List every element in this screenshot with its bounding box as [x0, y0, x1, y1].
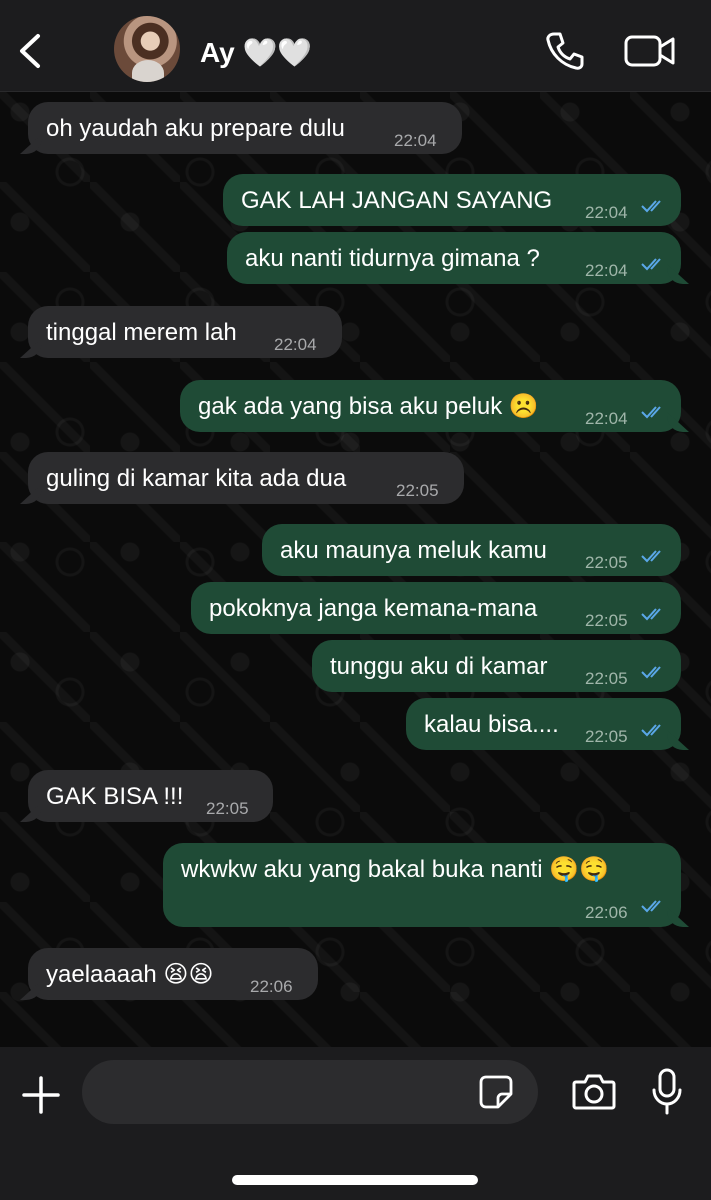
message-time: 22:06: [250, 977, 293, 996]
read-ticks-icon: [641, 608, 661, 621]
message-bubble-incoming[interactable]: guling di kamar kita ada dua 22:05: [28, 452, 464, 504]
message-bubble-incoming[interactable]: yaelaaaah 😫😫 22:06: [28, 948, 318, 1000]
chevron-left-icon[interactable]: [14, 30, 48, 72]
message-text: wkwkw aku yang bakal buka nanti 🤤🤤: [181, 856, 609, 883]
message-text: oh yaudah aku prepare dulu: [46, 115, 345, 142]
message-text: kalau bisa....: [424, 711, 559, 738]
contact-name[interactable]: Ay 🤍🤍: [200, 36, 312, 69]
read-ticks-icon: [641, 200, 661, 213]
message-bubble-incoming[interactable]: oh yaudah aku prepare dulu 22:04: [28, 102, 462, 154]
read-ticks-icon: [641, 550, 661, 563]
phone-icon[interactable]: [544, 30, 586, 72]
message-bubble-incoming[interactable]: GAK BISA !!! 22:05: [28, 770, 273, 822]
message-time: 22:06: [585, 903, 628, 922]
avatar[interactable]: [114, 16, 180, 82]
message-bubble-outgoing[interactable]: wkwkw aku yang bakal buka nanti 🤤🤤 22:06: [163, 843, 681, 927]
message-text: guling di kamar kita ada dua: [46, 465, 347, 492]
microphone-icon[interactable]: [650, 1068, 684, 1116]
message-time: 22:05: [585, 553, 628, 572]
video-camera-icon[interactable]: [624, 34, 676, 68]
message-text: tinggal merem lah: [46, 319, 237, 346]
message-time: 22:05: [585, 727, 628, 746]
message-text: GAK LAH JANGAN SAYANG: [241, 187, 553, 214]
message-time: 22:05: [585, 611, 628, 630]
read-ticks-icon: [641, 406, 661, 419]
chat-header: Ay 🤍🤍: [0, 0, 711, 92]
message-text: GAK BISA !!!: [46, 783, 184, 810]
message-bubble-outgoing[interactable]: tunggu aku di kamar 22:05: [312, 640, 681, 692]
message-text: aku maunya meluk kamu: [280, 537, 547, 564]
read-ticks-icon: [641, 900, 661, 913]
message-time: 22:04: [585, 203, 628, 222]
message-bubble-outgoing[interactable]: GAK LAH JANGAN SAYANG 22:04: [223, 174, 681, 226]
message-time: 22:05: [585, 669, 628, 688]
message-input[interactable]: [82, 1060, 538, 1124]
message-text: tunggu aku di kamar: [330, 653, 548, 680]
read-ticks-icon: [641, 666, 661, 679]
message-time: 22:04: [585, 409, 628, 428]
message-bubble-outgoing[interactable]: aku nanti tidurnya gimana ? 22:04: [227, 232, 681, 284]
message-bubble-outgoing[interactable]: gak ada yang bisa aku peluk ☹️ 22:04: [180, 380, 681, 432]
message-bubble-outgoing[interactable]: pokoknya janga kemana-mana 22:05: [191, 582, 681, 634]
message-time: 22:04: [585, 261, 628, 280]
message-text: gak ada yang bisa aku peluk ☹️: [198, 393, 539, 420]
chat-messages-area[interactable]: oh yaudah aku prepare dulu 22:04 GAK LAH…: [0, 92, 711, 1047]
message-text: pokoknya janga kemana-mana: [209, 595, 538, 622]
plus-icon[interactable]: [22, 1076, 60, 1114]
message-time: 22:04: [274, 335, 317, 354]
message-text: aku nanti tidurnya gimana ?: [245, 245, 540, 272]
message-bubble-outgoing[interactable]: kalau bisa.... 22:05: [406, 698, 681, 750]
message-bubble-outgoing[interactable]: aku maunya meluk kamu 22:05: [262, 524, 681, 576]
camera-icon[interactable]: [572, 1072, 616, 1112]
message-time: 22:05: [396, 481, 439, 500]
message-time: 22:05: [206, 799, 249, 818]
message-time: 22:04: [394, 131, 437, 150]
home-indicator[interactable]: [232, 1175, 478, 1185]
sticker-icon[interactable]: [478, 1074, 514, 1110]
read-ticks-icon: [641, 724, 661, 737]
message-text: yaelaaaah 😫😫: [46, 961, 214, 988]
message-bubble-incoming[interactable]: tinggal merem lah 22:04: [28, 306, 342, 358]
read-ticks-icon: [641, 258, 661, 271]
